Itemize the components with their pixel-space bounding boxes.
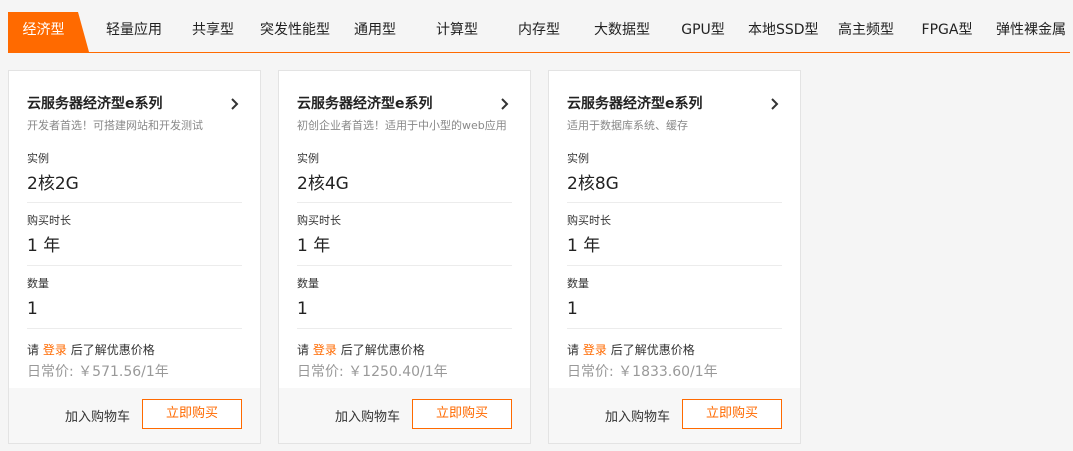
card-footer: 加入购物车 立即购买 bbox=[279, 388, 530, 443]
duration-value: 1 年 bbox=[27, 236, 61, 256]
card-title: 云服务器经济型e系列 bbox=[297, 96, 433, 112]
instance-field[interactable]: 实例 2核4G bbox=[297, 151, 512, 203]
card-footer: 加入购物车 立即购买 bbox=[9, 388, 260, 443]
tab-bare-metal[interactable]: 弹性裸金属 bbox=[992, 12, 1070, 52]
quantity-value: 1 bbox=[567, 299, 578, 319]
regular-price: 日常价: ￥1833.60/1年 bbox=[567, 364, 718, 380]
product-card: 云服务器经济型e系列 初创企业者首选！适用于中小型的web应用 实例 2核4G … bbox=[278, 70, 531, 444]
login-suffix: 后了解优惠价格 bbox=[70, 343, 155, 357]
chevron-right-icon[interactable] bbox=[226, 95, 244, 113]
chevron-right-icon[interactable] bbox=[766, 95, 784, 113]
login-prefix: 请 bbox=[567, 343, 580, 357]
login-link[interactable]: 登录 bbox=[313, 343, 337, 357]
login-hint: 请 登录 后了解优惠价格 bbox=[27, 341, 155, 358]
duration-value: 1 年 bbox=[297, 236, 331, 256]
login-suffix: 后了解优惠价格 bbox=[340, 343, 425, 357]
duration-label: 购买时长 bbox=[567, 214, 611, 227]
product-card: 云服务器经济型e系列 适用于数据库系统、缓存 实例 2核8G 购买时长 1 年 … bbox=[548, 70, 801, 444]
tab-gpu[interactable]: GPU型 bbox=[678, 12, 728, 52]
card-description: 适用于数据库系统、缓存 bbox=[567, 119, 688, 132]
tab-fpga[interactable]: FPGA型 bbox=[918, 12, 976, 52]
login-hint: 请 登录 后了解优惠价格 bbox=[567, 341, 695, 358]
add-to-cart-link[interactable]: 加入购物车 bbox=[65, 406, 130, 425]
tab-bigdata[interactable]: 大数据型 bbox=[592, 12, 652, 52]
duration-field[interactable]: 购买时长 1 年 bbox=[297, 213, 512, 266]
tab-high-freq[interactable]: 高主频型 bbox=[836, 12, 896, 52]
card-description: 开发者首选！可搭建网站和开发测试 bbox=[27, 119, 203, 132]
login-suffix: 后了解优惠价格 bbox=[610, 343, 695, 357]
quantity-label: 数量 bbox=[27, 277, 49, 290]
login-link[interactable]: 登录 bbox=[43, 343, 67, 357]
quantity-value: 1 bbox=[27, 299, 38, 319]
tab-economy[interactable]: 经济型 bbox=[8, 12, 89, 52]
instance-value: 2核8G bbox=[567, 174, 619, 194]
login-link[interactable]: 登录 bbox=[583, 343, 607, 357]
card-title: 云服务器经济型e系列 bbox=[27, 96, 163, 112]
tab-lightweight[interactable]: 轻量应用 bbox=[102, 12, 166, 52]
login-hint: 请 登录 后了解优惠价格 bbox=[297, 341, 425, 358]
card-description: 初创企业者首选！适用于中小型的web应用 bbox=[297, 119, 507, 132]
duration-value: 1 年 bbox=[567, 236, 601, 256]
instance-label: 实例 bbox=[567, 152, 589, 165]
quantity-value: 1 bbox=[297, 299, 308, 319]
duration-field[interactable]: 购买时长 1 年 bbox=[567, 213, 782, 266]
buy-now-button[interactable]: 立即购买 bbox=[682, 399, 782, 429]
tab-burstable[interactable]: 突发性能型 bbox=[260, 12, 330, 52]
instance-label: 实例 bbox=[297, 152, 319, 165]
quantity-field[interactable]: 数量 1 bbox=[297, 276, 512, 329]
tab-local-ssd[interactable]: 本地SSD型 bbox=[748, 12, 819, 52]
instance-type-tabs: 经济型 轻量应用 共享型 突发性能型 通用型 计算型 内存型 大数据型 GPU型… bbox=[8, 12, 1070, 53]
quantity-label: 数量 bbox=[297, 277, 319, 290]
quantity-field[interactable]: 数量 1 bbox=[27, 276, 242, 329]
buy-now-button[interactable]: 立即购买 bbox=[142, 399, 242, 429]
instance-field[interactable]: 实例 2核8G bbox=[567, 151, 782, 203]
regular-price: 日常价: ￥1250.40/1年 bbox=[297, 364, 448, 380]
product-card: 云服务器经济型e系列 开发者首选！可搭建网站和开发测试 实例 2核2G 购买时长… bbox=[8, 70, 261, 444]
login-prefix: 请 bbox=[297, 343, 310, 357]
instance-field[interactable]: 实例 2核2G bbox=[27, 151, 242, 203]
quantity-field[interactable]: 数量 1 bbox=[567, 276, 782, 329]
chevron-right-icon[interactable] bbox=[496, 95, 514, 113]
duration-field[interactable]: 购买时长 1 年 bbox=[27, 213, 242, 266]
card-footer: 加入购物车 立即购买 bbox=[549, 388, 800, 443]
duration-label: 购买时长 bbox=[297, 214, 341, 227]
buy-now-button[interactable]: 立即购买 bbox=[412, 399, 512, 429]
add-to-cart-link[interactable]: 加入购物车 bbox=[335, 406, 400, 425]
tab-general[interactable]: 通用型 bbox=[350, 12, 400, 52]
card-title: 云服务器经济型e系列 bbox=[567, 96, 703, 112]
duration-label: 购买时长 bbox=[27, 214, 71, 227]
instance-label: 实例 bbox=[27, 152, 49, 165]
instance-value: 2核4G bbox=[297, 174, 349, 194]
tab-shared[interactable]: 共享型 bbox=[188, 12, 238, 52]
tab-memory[interactable]: 内存型 bbox=[514, 12, 564, 52]
add-to-cart-link[interactable]: 加入购物车 bbox=[605, 406, 670, 425]
login-prefix: 请 bbox=[27, 343, 40, 357]
quantity-label: 数量 bbox=[567, 277, 589, 290]
tab-compute[interactable]: 计算型 bbox=[432, 12, 482, 52]
instance-value: 2核2G bbox=[27, 174, 79, 194]
regular-price: 日常价: ￥571.56/1年 bbox=[27, 364, 169, 380]
